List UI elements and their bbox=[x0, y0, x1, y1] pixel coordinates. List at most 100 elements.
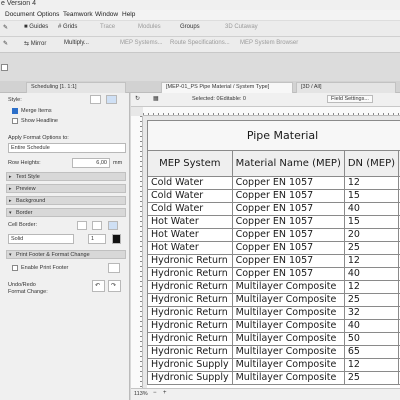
cell-dn[interactable]: 32 bbox=[343, 306, 400, 320]
cell-dn[interactable]: 25 bbox=[343, 371, 400, 385]
cell-mep-system[interactable]: Hydronic Return bbox=[147, 345, 233, 359]
table-row[interactable]: Cold WaterCopper EN 1057121, bbox=[147, 176, 400, 190]
table-row[interactable]: Hot WaterCopper EN 1057209, bbox=[147, 228, 400, 242]
cell-mep-system[interactable]: Hydronic Return bbox=[147, 267, 233, 281]
border-all-icon[interactable] bbox=[108, 221, 118, 230]
zoom-value[interactable]: 113% bbox=[134, 391, 148, 397]
cell-material-name[interactable]: Copper EN 1057 bbox=[231, 202, 345, 216]
table-row[interactable]: Hydronic ReturnMultilayer Composite5016 bbox=[147, 332, 400, 346]
header-dn[interactable]: DN (MEP) bbox=[343, 150, 400, 177]
cell-material-name[interactable]: Multilayer Composite bbox=[231, 345, 345, 359]
show-headline-checkbox[interactable] bbox=[12, 118, 18, 124]
enable-print-footer-checkbox[interactable] bbox=[12, 265, 18, 271]
tab-scheduling[interactable]: Scheduling [1. 1:1] bbox=[26, 82, 126, 93]
cell-material-name[interactable]: Copper EN 1057 bbox=[231, 215, 345, 229]
cell-dn[interactable]: 15 bbox=[343, 189, 400, 203]
header-material-name[interactable]: Material Name (MEP) bbox=[231, 150, 345, 177]
cell-mep-system[interactable]: Cold Water bbox=[147, 189, 233, 203]
table-row[interactable]: Hydronic ReturnCopper EN 1057404, bbox=[147, 267, 400, 281]
cell-mep-system[interactable]: Hot Water bbox=[147, 241, 233, 255]
border-color-swatch[interactable] bbox=[112, 234, 121, 244]
cell-mep-system[interactable]: Hot Water bbox=[147, 215, 233, 229]
section-background[interactable]: Background bbox=[6, 196, 126, 205]
row-heights-input[interactable]: 6,00 bbox=[72, 158, 110, 168]
table-row[interactable]: Hydronic ReturnMultilayer Composite3223 bbox=[147, 306, 400, 320]
schedule-settings-icon[interactable]: ▦ bbox=[153, 95, 159, 102]
tab-pipe-material-schedule[interactable]: [MEP-01_PS Pipe Material / System Type] bbox=[161, 82, 293, 93]
style-grid-icon[interactable] bbox=[106, 95, 117, 104]
cell-dn[interactable]: 40 bbox=[343, 202, 400, 216]
border-outer-icon[interactable] bbox=[92, 221, 102, 230]
section-border[interactable]: Border bbox=[6, 208, 126, 217]
cell-material-name[interactable]: Copper EN 1057 bbox=[231, 228, 345, 242]
cell-dn[interactable]: 12 bbox=[343, 176, 400, 190]
table-row[interactable]: Hydronic SupplyMultilayer Composite1237 bbox=[147, 358, 400, 372]
header-mep-system[interactable]: MEP System bbox=[147, 150, 233, 177]
cell-mep-system[interactable]: Cold Water bbox=[147, 176, 233, 190]
section-preview[interactable]: Preview bbox=[6, 184, 126, 193]
cell-dn[interactable]: 12 bbox=[343, 280, 400, 294]
undo-format-button[interactable]: ↶ bbox=[92, 280, 105, 292]
guides-button[interactable]: ■ Guides bbox=[24, 24, 48, 30]
apply-format-select[interactable]: Entire Schedule bbox=[8, 143, 126, 153]
cell-mep-system[interactable]: Hydronic Supply bbox=[147, 358, 233, 372]
modules-button[interactable]: Modules bbox=[138, 24, 161, 30]
menu-document[interactable]: Document bbox=[5, 11, 35, 18]
cell-dn[interactable]: 65 bbox=[343, 345, 400, 359]
border-weight-input[interactable]: 1 bbox=[88, 234, 106, 244]
grids-button[interactable]: # Grids bbox=[58, 24, 77, 30]
menu-teamwork[interactable]: Teamwork bbox=[63, 11, 93, 18]
table-row[interactable]: Hydronic ReturnCopper EN 1057120, bbox=[147, 254, 400, 268]
cell-dn[interactable]: 25 bbox=[343, 241, 400, 255]
cell-mep-system[interactable]: Hydronic Return bbox=[147, 332, 233, 346]
cell-dn[interactable]: 12 bbox=[343, 358, 400, 372]
arrow-tool-icon[interactable] bbox=[1, 64, 8, 71]
table-row[interactable]: Cold WaterCopper EN 10574040 bbox=[147, 202, 400, 216]
cell-dn[interactable]: 40 bbox=[343, 319, 400, 333]
cell-dn[interactable]: 12 bbox=[343, 254, 400, 268]
cell-material-name[interactable]: Copper EN 1057 bbox=[231, 267, 345, 281]
cell-material-name[interactable]: Multilayer Composite bbox=[231, 371, 345, 385]
cutaway-button[interactable]: 3D Cutaway bbox=[225, 24, 258, 30]
refresh-icon[interactable]: ↻ bbox=[135, 95, 140, 102]
cell-material-name[interactable]: Multilayer Composite bbox=[231, 306, 345, 320]
mep-systems-button[interactable]: MEP Systems... bbox=[120, 40, 163, 46]
table-row[interactable]: Hydronic ReturnMultilayer Composite1237 bbox=[147, 280, 400, 294]
table-row[interactable]: Hot WaterCopper EN 1057252, bbox=[147, 241, 400, 255]
mep-browser-button[interactable]: MEP System Browser bbox=[240, 40, 298, 46]
pencil-icon[interactable]: ✎ bbox=[3, 24, 8, 31]
schedule-title[interactable]: Pipe Material bbox=[147, 120, 400, 151]
mirror-button[interactable]: ⇆ Mirror bbox=[24, 40, 46, 47]
menu-window[interactable]: Window bbox=[95, 11, 118, 18]
border-style-select[interactable]: Solid bbox=[8, 234, 74, 244]
cell-dn[interactable]: 25 bbox=[343, 293, 400, 307]
cell-dn[interactable]: 20 bbox=[343, 228, 400, 242]
cell-material-name[interactable]: Multilayer Composite bbox=[231, 280, 345, 294]
zoom-in-icon[interactable]: + bbox=[163, 390, 167, 396]
cell-dn[interactable]: 50 bbox=[343, 332, 400, 346]
section-text-style[interactable]: Text Style bbox=[6, 172, 126, 181]
cell-dn[interactable]: 40 bbox=[343, 267, 400, 281]
multiply-button[interactable]: Multiply... bbox=[64, 40, 89, 46]
cell-mep-system[interactable]: Hydronic Return bbox=[147, 280, 233, 294]
groups-button[interactable]: Groups bbox=[180, 24, 200, 30]
cell-material-name[interactable]: Copper EN 1057 bbox=[231, 189, 345, 203]
cell-mep-system[interactable]: Hydronic Return bbox=[147, 319, 233, 333]
trace-button[interactable]: Trace bbox=[100, 24, 115, 30]
style-list-icon[interactable] bbox=[90, 95, 101, 104]
cell-mep-system[interactable]: Hydronic Supply bbox=[147, 371, 233, 385]
zoom-out-icon[interactable]: − bbox=[153, 390, 157, 396]
table-row[interactable]: Cold WaterCopper EN 10571513 bbox=[147, 189, 400, 203]
cell-material-name[interactable]: Copper EN 1057 bbox=[231, 241, 345, 255]
cell-mep-system[interactable]: Hydronic Return bbox=[147, 306, 233, 320]
table-row[interactable]: Hot WaterCopper EN 1057155, bbox=[147, 215, 400, 229]
cell-mep-system[interactable]: Cold Water bbox=[147, 202, 233, 216]
table-row[interactable]: Hydronic ReturnMultilayer Composite656, bbox=[147, 345, 400, 359]
menu-help[interactable]: Help bbox=[122, 11, 135, 18]
cell-material-name[interactable]: Multilayer Composite bbox=[231, 319, 345, 333]
table-row[interactable]: Hydronic ReturnMultilayer Composite2529 bbox=[147, 293, 400, 307]
cell-material-name[interactable]: Multilayer Composite bbox=[231, 293, 345, 307]
redo-format-button[interactable]: ↷ bbox=[108, 280, 121, 292]
cell-material-name[interactable]: Copper EN 1057 bbox=[231, 176, 345, 190]
cell-material-name[interactable]: Copper EN 1057 bbox=[231, 254, 345, 268]
